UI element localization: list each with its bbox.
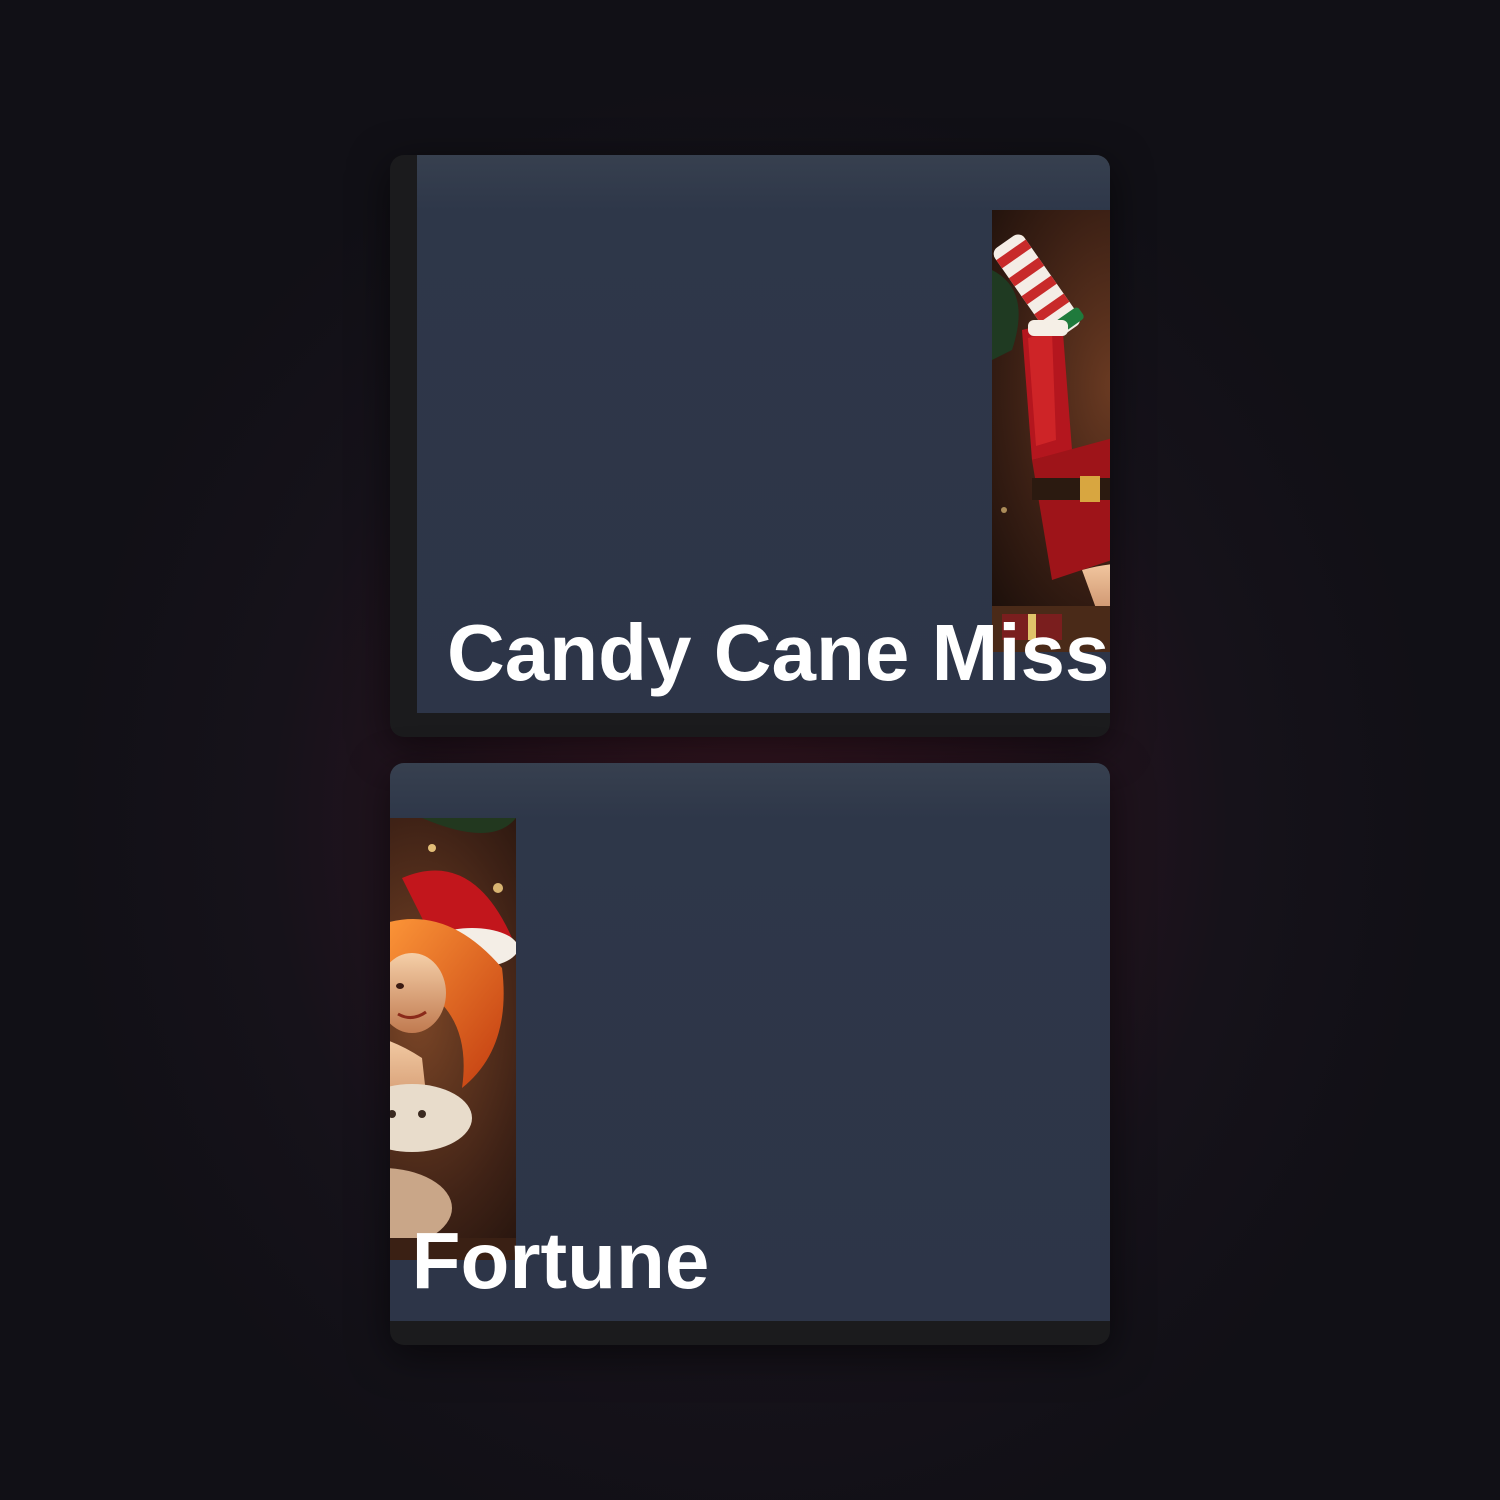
skin-card-continued[interactable]: Candy Cane Miss Fortune — [390, 763, 1110, 1321]
skin-art-image — [992, 210, 1110, 652]
skin-card[interactable]: Candy Cane Miss Fortune — [417, 155, 1110, 713]
card-viewport-top: Candy Cane Miss Fortune — [390, 155, 1110, 737]
card-viewport-bottom: Candy Cane Miss Fortune — [390, 763, 1110, 1345]
skin-title-continued: Candy Cane Miss Fortune — [390, 1216, 710, 1305]
skin-art-image-continued — [390, 818, 516, 1260]
skin-title: Candy Cane Miss Fortune — [447, 608, 1110, 697]
